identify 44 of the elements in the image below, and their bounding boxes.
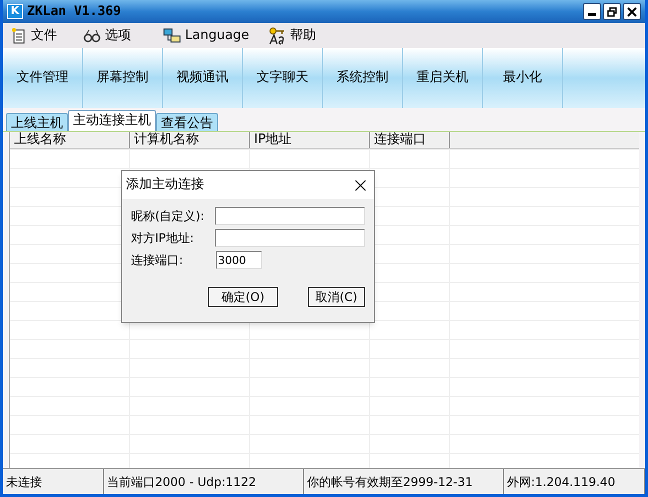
toolbar-button[interactable]: 系统控制: [323, 48, 403, 108]
restore-icon: [607, 6, 617, 16]
restore-button[interactable]: [603, 3, 621, 20]
menu-item[interactable]: 文件: [3, 26, 75, 46]
status-field: 外网:1.204.119.40: [504, 469, 645, 494]
document-icon: [11, 28, 27, 44]
close-icon: [354, 180, 366, 190]
tab[interactable]: 查看公告: [156, 113, 218, 131]
window-title: ZKLan V1.369: [27, 2, 121, 21]
glasses-icon: [83, 28, 101, 42]
column-header[interactable]: 上线名称: [10, 132, 130, 148]
toolbar-button[interactable]: 重启关机: [403, 48, 483, 108]
field-label: 昵称(自定义):: [131, 208, 206, 225]
menu-item[interactable]: 帮助: [260, 26, 324, 46]
input-field[interactable]: [215, 229, 365, 247]
input-field[interactable]: [215, 207, 365, 225]
toolbar-button[interactable]: 文字聊天: [243, 48, 323, 108]
tab[interactable]: 主动连接主机: [68, 110, 156, 131]
app-logo: K: [7, 4, 23, 19]
computers-icon: [163, 28, 181, 44]
status-field: 当前端口2000 - Udp:1122: [104, 469, 304, 494]
field-label: 对方IP地址:: [131, 230, 195, 247]
minimize-button[interactable]: [583, 3, 601, 20]
dialog-title: 添加主动连接: [126, 176, 204, 194]
input-field[interactable]: 3000: [216, 251, 262, 269]
key-letters-icon: [268, 26, 286, 44]
toolbar-button[interactable]: 视频通讯: [163, 48, 243, 108]
column-header[interactable]: IP地址: [250, 132, 370, 148]
status-field: 未连接: [3, 469, 104, 494]
close-icon: [627, 6, 637, 16]
status-field: 你的帐号有效期至2999-12-31: [304, 469, 504, 494]
close-button[interactable]: [623, 3, 641, 20]
menu-item[interactable]: Language: [155, 26, 260, 46]
toolbar-button[interactable]: 文件管理: [3, 48, 83, 108]
menu-item[interactable]: 选项: [75, 26, 155, 46]
tab[interactable]: 上线主机: [6, 113, 68, 131]
field-label: 连接端口:: [131, 252, 184, 269]
column-header[interactable]: 连接端口: [370, 132, 450, 148]
dialog-button[interactable]: 取消(C): [308, 287, 365, 307]
column-header[interactable]: 计算机名称: [130, 132, 250, 148]
minimize-icon: [588, 13, 596, 16]
dialog-button[interactable]: 确定(O): [208, 287, 278, 307]
toolbar-button[interactable]: 屏幕控制: [83, 48, 163, 108]
toolbar-button[interactable]: 最小化: [483, 48, 563, 108]
